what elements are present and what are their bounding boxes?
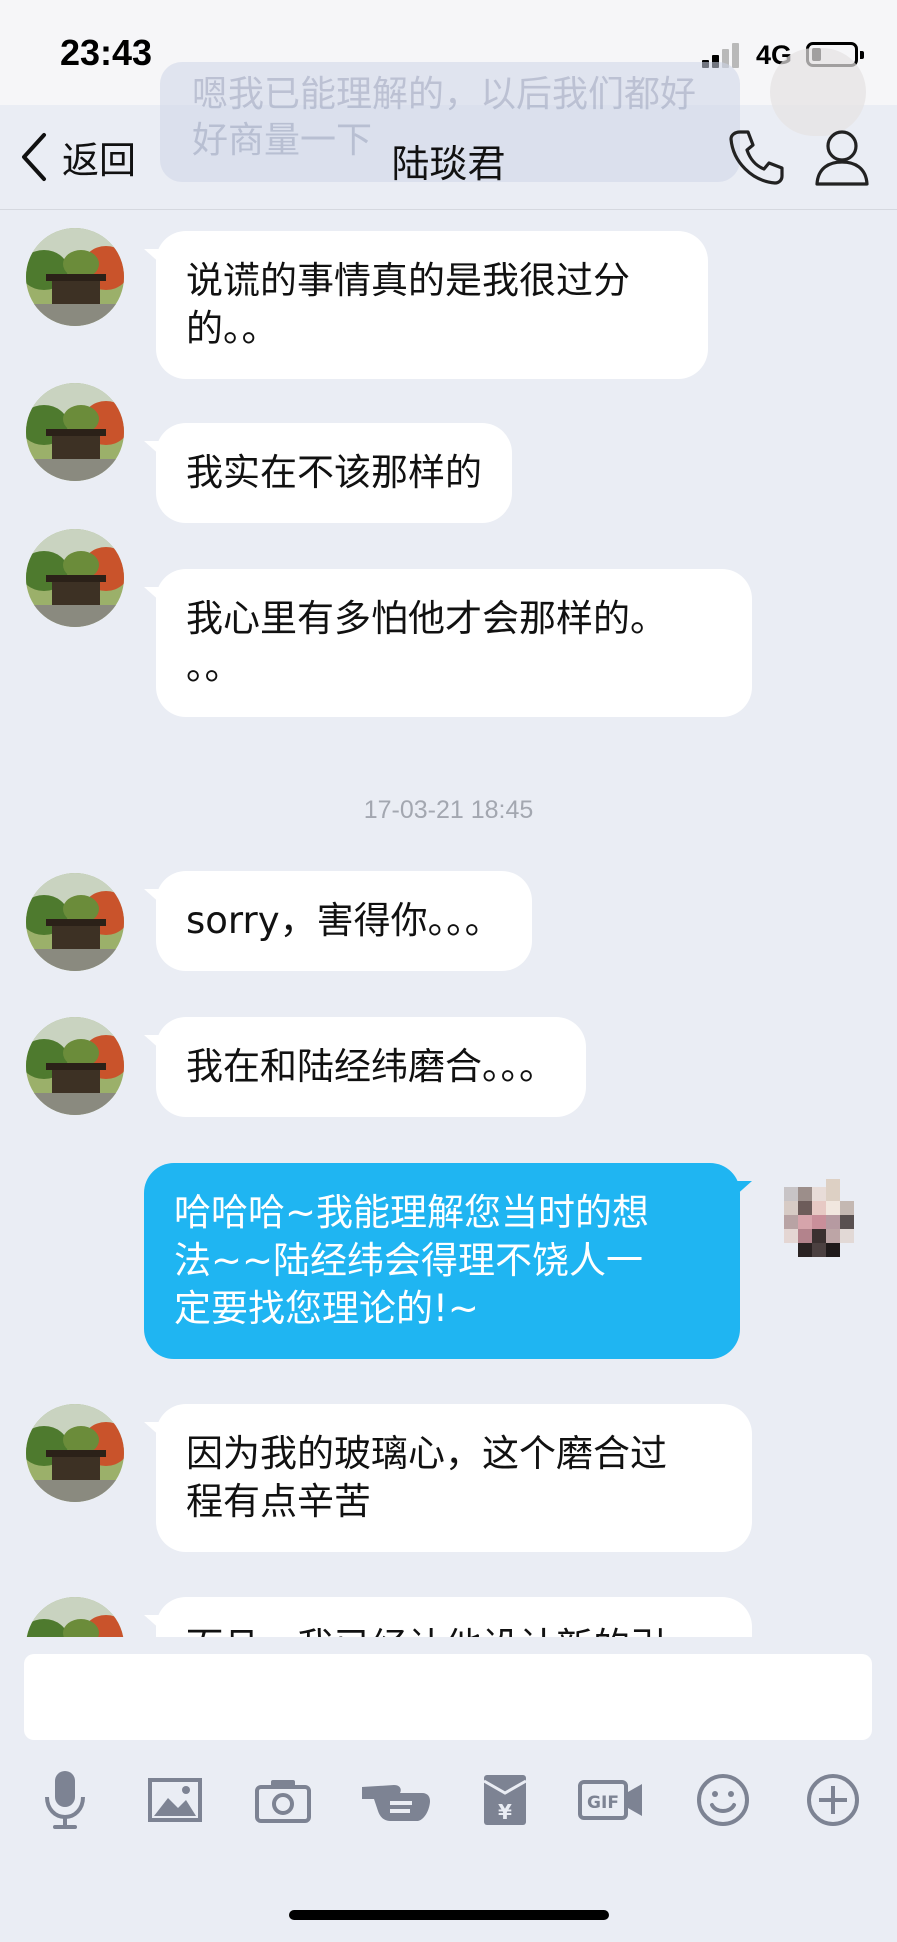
red-packet-icon: ¥: [483, 1775, 527, 1825]
svg-text:GIF: GIF: [587, 1793, 619, 1813]
my-avatar[interactable]: [768, 1171, 872, 1271]
gif-icon: GIF: [578, 1780, 642, 1820]
contact-avatar[interactable]: [26, 1597, 124, 1637]
timestamp: 17-03-21 18:45: [363, 796, 534, 824]
contact-avatar[interactable]: [26, 383, 124, 481]
chevron-left-icon: [22, 133, 46, 181]
red-packet-button[interactable]: ¥: [470, 1760, 540, 1840]
back-button[interactable]: 返回: [18, 127, 136, 187]
gif-button[interactable]: GIF: [576, 1760, 646, 1840]
contact-avatar[interactable]: [26, 873, 124, 971]
profile-icon: [815, 130, 869, 186]
message-bubble[interactable]: 我实在不该那样的: [144, 423, 512, 523]
status-time: 23:43: [60, 32, 153, 73]
emoji-button[interactable]: [688, 1760, 758, 1840]
image-button[interactable]: [140, 1760, 210, 1840]
my-message-bubble[interactable]: 哈哈哈~我能理解您当时的想 法~~陆经纬会得理不饶人一 定要找您理论的!~: [144, 1163, 752, 1359]
more-button[interactable]: [798, 1760, 868, 1840]
camera-icon: [255, 1780, 311, 1823]
chat-area[interactable]: 说谎的事情真的是我很过分 的。。 我实在不该那样的 我心里有多怕他才会那样的。 …: [0, 211, 897, 1637]
profile-button[interactable]: [812, 126, 872, 188]
input-toolbar: ¥ GIF: [0, 1760, 897, 1850]
contact-avatar[interactable]: [26, 228, 124, 326]
call-button[interactable]: [726, 126, 786, 188]
plus-icon: [807, 1774, 859, 1826]
emoji-icon: [697, 1774, 749, 1826]
contact-avatar[interactable]: [26, 1017, 124, 1115]
message-bubble[interactable]: 而且，我已经让他设计新的引: [144, 1597, 752, 1637]
svg-text:¥: ¥: [498, 1800, 512, 1824]
microphone-icon: [45, 1771, 85, 1829]
message-bubble[interactable]: 我在和陆经纬磨合。。。: [144, 1017, 586, 1117]
message-bubble[interactable]: 我心里有多怕他才会那样的。 。。: [144, 569, 752, 717]
message-bubble[interactable]: 说谎的事情真的是我很过分 的。。: [144, 231, 708, 379]
phone-icon: [729, 130, 784, 185]
contact-avatar[interactable]: [26, 1404, 124, 1502]
message-bubble[interactable]: sorry，害得你。。。: [144, 871, 532, 971]
back-label: 返回: [62, 139, 136, 182]
contact-avatar[interactable]: [26, 529, 124, 627]
voice-button[interactable]: [30, 1760, 100, 1840]
home-indicator[interactable]: [289, 1910, 609, 1920]
hand-icon: [362, 1785, 430, 1821]
image-icon: [148, 1778, 202, 1822]
poke-button[interactable]: [358, 1760, 434, 1840]
message-input[interactable]: [24, 1654, 872, 1740]
message-bubble[interactable]: 因为我的玻璃心，这个磨合过 程有点辛苦: [144, 1404, 752, 1552]
camera-button[interactable]: [248, 1760, 318, 1840]
